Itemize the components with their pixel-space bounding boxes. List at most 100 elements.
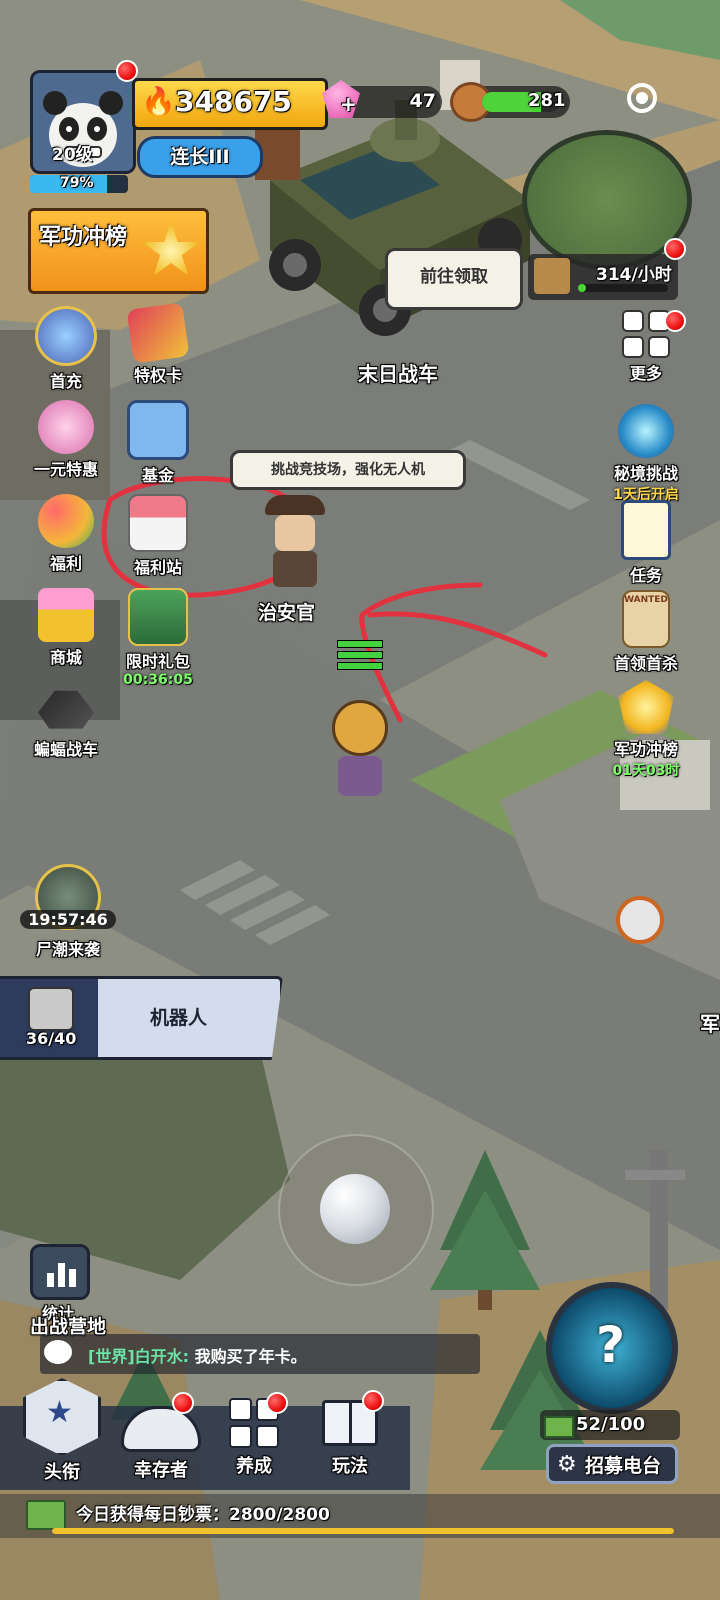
task-button[interactable]: 任务 bbox=[604, 500, 688, 585]
star-badge-icon: ★ bbox=[23, 1378, 101, 1456]
secret-realm-button[interactable]: 秘境挑战 1天后开启 bbox=[604, 404, 688, 503]
military-rank-timer: 01天03时 bbox=[612, 763, 680, 779]
recruit-radar[interactable]: ? bbox=[546, 1282, 678, 1414]
military-rank-banner[interactable]: 军功冲榜 bbox=[28, 208, 209, 294]
npc-speech-bubble: 挑战竞技场，强化无人机 bbox=[230, 450, 466, 490]
daily-cash-bar: 今日获得每日钞票：2800/2800 bbox=[0, 1494, 720, 1538]
bat-vehicle-button[interactable]: 蝙蝠战车 bbox=[24, 680, 108, 760]
wanted-poster-text: WANTED bbox=[624, 595, 668, 605]
recruit-radio-label: 招募电台 bbox=[585, 1455, 662, 1477]
sheriff-npc[interactable] bbox=[265, 495, 325, 590]
gold-medal-icon bbox=[142, 221, 200, 276]
power-value: 348675 bbox=[175, 85, 292, 118]
welfare-label: 福利 bbox=[49, 554, 82, 573]
zombie-horde-button[interactable]: 19:57:46 尸潮来袭 bbox=[20, 864, 116, 960]
player-level: 20级 bbox=[52, 145, 93, 165]
gameplay-notification-dot bbox=[362, 1390, 384, 1412]
portal-icon bbox=[618, 404, 674, 458]
mall-button[interactable]: 商城 bbox=[24, 588, 108, 668]
fund-book-icon bbox=[127, 400, 189, 460]
nav-title-label: 头衔 bbox=[44, 1462, 80, 1483]
bar-chart-icon bbox=[30, 1244, 90, 1300]
power-panel[interactable]: 🔥 348675 bbox=[132, 78, 328, 130]
exp-percent: 79% bbox=[60, 175, 94, 191]
collect-bubble-text: 前往领取 bbox=[420, 267, 488, 287]
medal-rank-icon bbox=[618, 680, 674, 734]
welfare-station-label: 福利站 bbox=[133, 558, 182, 577]
welfare-station-button[interactable]: 福利站 bbox=[116, 494, 200, 577]
gem-add-icon[interactable]: + bbox=[340, 92, 357, 116]
robot-icon bbox=[28, 987, 74, 1031]
shop-stall-icon bbox=[128, 494, 188, 552]
recruit-count-box: 52/100 bbox=[540, 1410, 680, 1440]
rank-badge[interactable]: 连长III bbox=[137, 136, 263, 178]
production-panel[interactable]: 314/小时 bbox=[528, 254, 678, 300]
gem-counter[interactable]: + 47 bbox=[322, 80, 442, 118]
robot-portrait: 36/40 bbox=[0, 979, 98, 1057]
mall-basket-icon bbox=[38, 588, 94, 642]
recruit-radio-button[interactable]: ⚙ 招募电台 bbox=[546, 1444, 678, 1484]
collect-bubble[interactable]: 前往领取 bbox=[385, 248, 523, 310]
one-yuan-deal-button[interactable]: 一元特惠 bbox=[24, 400, 108, 480]
robot-count: 36/40 bbox=[26, 1029, 77, 1048]
boss-first-kill-button[interactable]: WANTED 首领首杀 bbox=[604, 590, 688, 673]
robot-mech-icon bbox=[35, 306, 97, 366]
chat-channel: [世界] bbox=[88, 1347, 135, 1366]
limited-gift-timer: 00:36:05 bbox=[123, 672, 193, 688]
gear-icon: ⚙ bbox=[557, 1452, 577, 1477]
first-recharge-label: 首充 bbox=[49, 372, 82, 391]
task-list-icon bbox=[621, 500, 671, 560]
develop-notification-dot bbox=[266, 1392, 288, 1414]
chat-message: 我购买了年卡。 bbox=[194, 1347, 307, 1366]
production-notification-dot bbox=[664, 238, 686, 260]
settings-button[interactable] bbox=[620, 76, 668, 124]
wood-count: 281 bbox=[528, 90, 566, 111]
nav-gameplay-label: 玩法 bbox=[332, 1456, 368, 1477]
privilege-card-button[interactable]: 特权卡 bbox=[116, 302, 200, 386]
question-mark-icon: ? bbox=[596, 1316, 626, 1374]
survivor-notification-dot bbox=[172, 1392, 194, 1414]
fire-icon: 🔥 bbox=[141, 85, 176, 118]
crown-deal-icon bbox=[38, 400, 94, 454]
mall-label: 商城 bbox=[49, 648, 82, 667]
secret-realm-label: 秘境挑战 bbox=[613, 464, 678, 483]
limited-gift-label: 限时礼包 bbox=[125, 652, 190, 671]
daily-cash-text: 今日获得每日钞票：2800/2800 bbox=[76, 1505, 330, 1525]
military-rank-button[interactable]: 军功冲榜 01天03时 bbox=[604, 680, 688, 779]
sheriff-name: 治安官 bbox=[258, 602, 316, 624]
ballista-icon bbox=[534, 258, 570, 294]
wood-counter[interactable]: 281 bbox=[450, 82, 570, 122]
limited-gift-button[interactable]: 限时礼包 00:36:05 bbox=[116, 588, 200, 688]
stats-button[interactable]: 统计 bbox=[30, 1244, 96, 1323]
military-rank-label: 军功冲榜 bbox=[613, 740, 678, 759]
bat-vehicle-label: 蝙蝠战车 bbox=[33, 740, 98, 759]
robot-panel[interactable]: 36/40 机器人 bbox=[0, 976, 283, 1060]
vehicle-name: 末日战车 bbox=[358, 362, 438, 386]
joystick-knob[interactable] bbox=[320, 1174, 390, 1244]
chat-bubble-icon bbox=[44, 1340, 72, 1364]
first-recharge-button[interactable]: 首充 bbox=[24, 306, 108, 391]
daily-cash-progress bbox=[52, 1528, 674, 1534]
banner-title: 军功冲榜 bbox=[39, 225, 128, 250]
welfare-button[interactable]: 福利 bbox=[24, 494, 108, 574]
robot-panel-title: 机器人 bbox=[150, 1007, 208, 1029]
production-rate: 314/小时 bbox=[596, 265, 672, 285]
chat-bar[interactable]: [世界]白开水: 我购买了年卡。 bbox=[40, 1334, 480, 1374]
gift-pack-icon bbox=[128, 588, 188, 646]
more-notification-dot bbox=[664, 310, 686, 332]
one-yuan-deal-label: 一元特惠 bbox=[33, 460, 98, 479]
nav-develop-label: 养成 bbox=[236, 1456, 272, 1477]
nav-title-button[interactable]: ★ 头衔 bbox=[12, 1378, 112, 1486]
cash-icon bbox=[544, 1416, 574, 1438]
wanted-poster-icon: WANTED bbox=[622, 590, 670, 648]
privilege-card-icon bbox=[126, 302, 190, 364]
horde-timer: 19:57:46 bbox=[20, 910, 116, 929]
horde-label: 尸潮来袭 bbox=[35, 940, 100, 959]
chat-user: 白开水: bbox=[134, 1347, 190, 1366]
virtual-joystick[interactable] bbox=[278, 1134, 434, 1286]
edge-label: 军 bbox=[700, 1012, 720, 1036]
nav-survivor-label: 幸存者 bbox=[134, 1460, 188, 1481]
player-character[interactable] bbox=[320, 640, 400, 800]
fund-button[interactable]: 基金 bbox=[116, 400, 200, 485]
task-label: 任务 bbox=[629, 566, 662, 585]
